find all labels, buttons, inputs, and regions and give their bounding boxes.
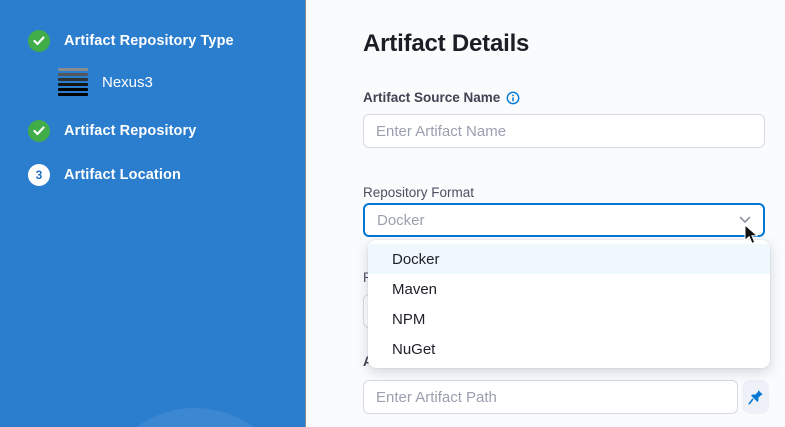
step-label: Artifact Location [64, 167, 181, 183]
app-window: Artifact Repository Type Nexus3 Artifact… [0, 0, 785, 427]
artifact-source-name-input[interactable] [363, 114, 765, 148]
repository-format-label: Repository Format [363, 185, 474, 200]
repo-type-label: Nexus3 [102, 74, 153, 91]
sidebar-step-artifact-repository-type[interactable]: Artifact Repository Type [28, 30, 234, 52]
pushpin-icon [748, 389, 764, 405]
dropdown-option-nuget[interactable]: NuGet [368, 334, 770, 364]
page-title: Artifact Details [363, 30, 529, 58]
dropdown-option-npm[interactable]: NPM [368, 304, 770, 334]
step-number-badge: 3 [28, 164, 50, 186]
chevron-down-icon [739, 216, 751, 224]
sidebar-step-artifact-repository[interactable]: Artifact Repository [28, 120, 196, 142]
select-value: Docker [377, 212, 739, 229]
label-text: Repository Format [363, 185, 474, 200]
sidebar-step-artifact-location[interactable]: 3 Artifact Location [28, 164, 181, 186]
repository-format-dropdown: Docker Maven NPM NuGet [368, 240, 770, 368]
artifact-path-input[interactable] [363, 380, 738, 414]
check-icon [28, 30, 50, 52]
step-label: Artifact Repository Type [64, 33, 234, 49]
step-label: Artifact Repository [64, 123, 196, 139]
dropdown-option-docker[interactable]: Docker [368, 244, 770, 274]
decorative-circle [95, 408, 295, 427]
dropdown-option-maven[interactable]: Maven [368, 274, 770, 304]
check-icon [28, 120, 50, 142]
wizard-sidebar: Artifact Repository Type Nexus3 Artifact… [0, 0, 306, 427]
pin-runtime-input-button[interactable] [742, 380, 769, 414]
sidebar-selected-repo-type[interactable]: Nexus3 [58, 68, 153, 96]
artifact-source-name-label: Artifact Source Name [363, 90, 520, 105]
nexus3-logo-icon [58, 68, 88, 96]
label-text: Artifact Source Name [363, 90, 500, 105]
repository-format-select[interactable]: Docker [363, 203, 765, 237]
info-circle-icon[interactable] [506, 91, 520, 105]
